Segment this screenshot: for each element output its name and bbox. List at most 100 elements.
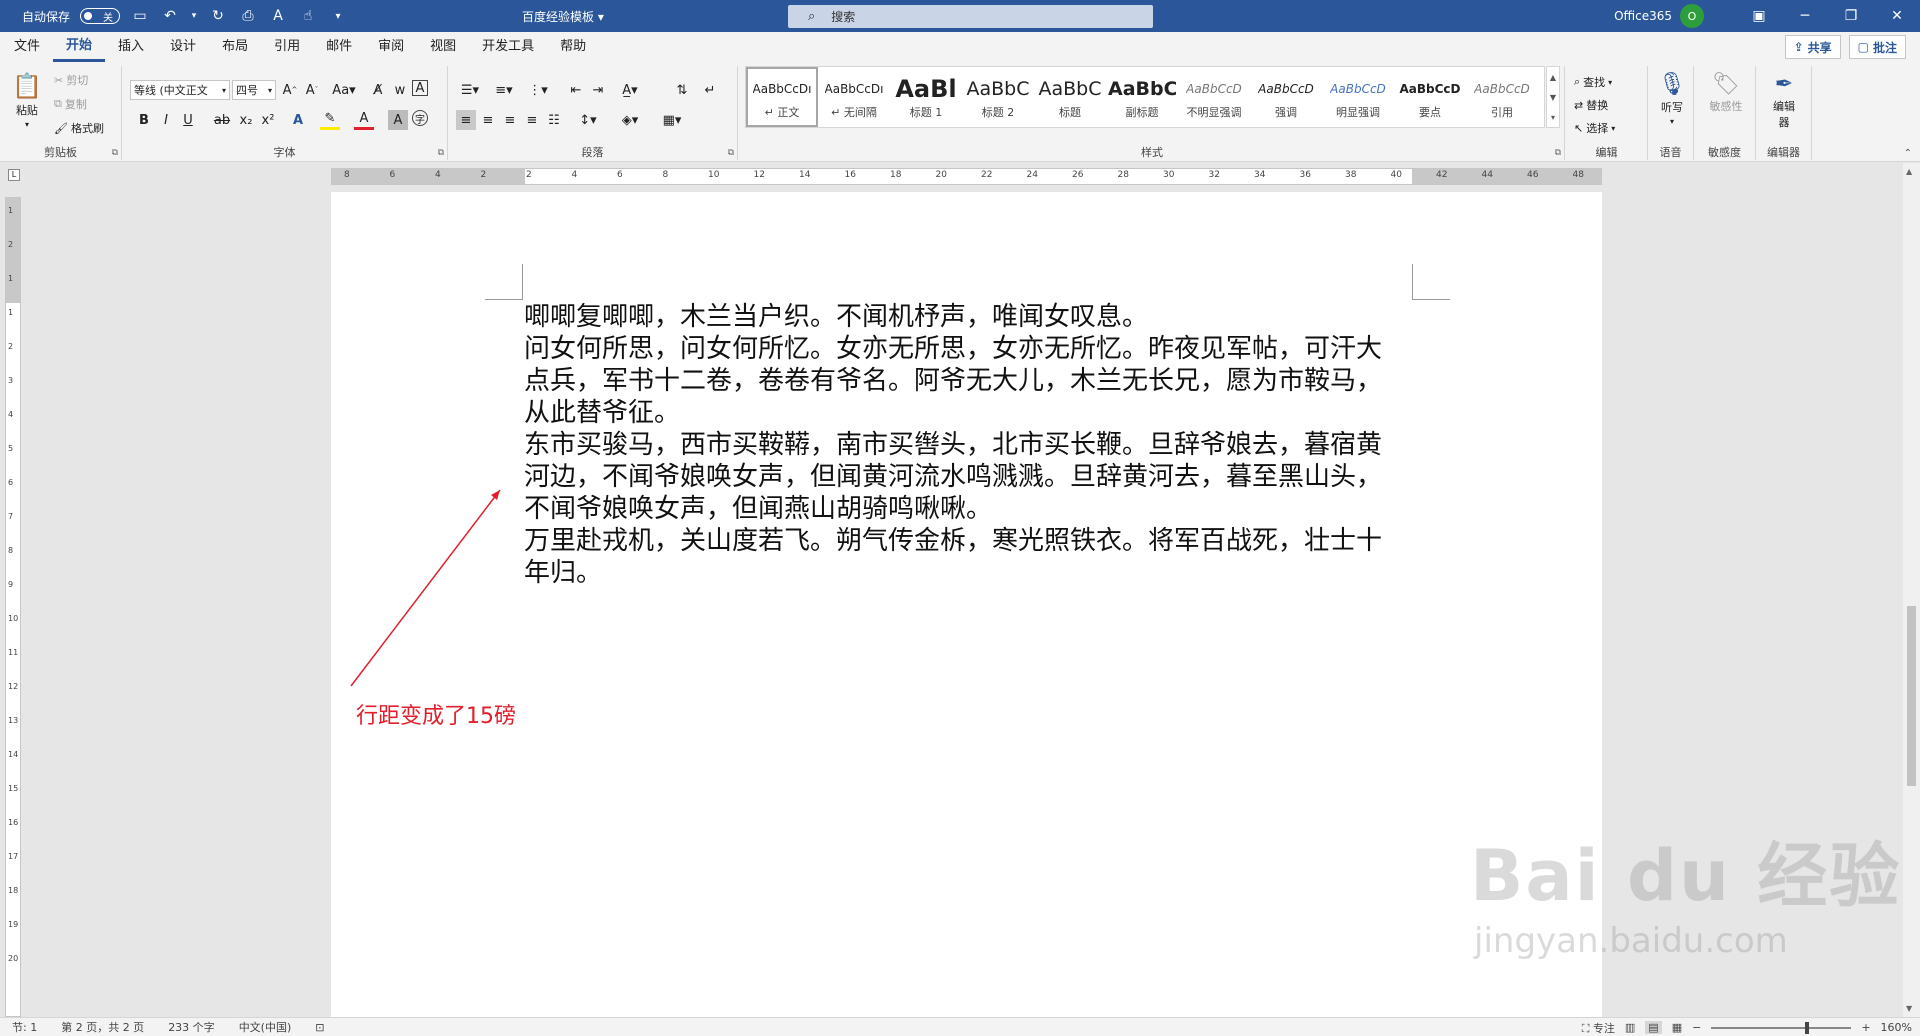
chinese-layout-icon[interactable]: A̲▾ xyxy=(616,80,644,100)
highlight-icon[interactable]: ✎ xyxy=(320,110,340,130)
dictate-button[interactable]: 🎙 听写 ▾ xyxy=(1658,72,1686,126)
search-input[interactable]: ⌕ 搜索 xyxy=(788,5,1153,28)
tab-references[interactable]: 引用 xyxy=(261,32,313,62)
find-button[interactable]: ⌕ 查找 ▾ xyxy=(1574,74,1612,90)
zoom-level[interactable]: 160% xyxy=(1881,1021,1912,1034)
document-body[interactable]: 唧唧复唧唧，木兰当户织。不闻机杼声，唯闻女叹息。 问女何所思，问女何所忆。女亦无… xyxy=(524,301,1404,589)
redo-icon[interactable]: ↻ xyxy=(208,6,228,26)
print-layout-icon[interactable]: ▤ xyxy=(1645,1021,1662,1034)
minimize-icon[interactable]: ─ xyxy=(1782,0,1828,32)
subscript-icon[interactable]: x₂ xyxy=(236,110,256,130)
enclose-characters-icon[interactable]: 字 xyxy=(412,110,428,126)
avatar[interactable]: O xyxy=(1680,4,1704,28)
focus-button[interactable]: ⛶ 专注 xyxy=(1582,1020,1615,1036)
autosave-toggle[interactable]: 关 xyxy=(80,8,121,24)
account-name[interactable]: Office365 xyxy=(1614,9,1672,23)
borders-icon[interactable]: ▦▾ xyxy=(658,110,686,130)
tab-design[interactable]: 设计 xyxy=(157,32,209,62)
align-right-icon[interactable]: ≡ xyxy=(500,110,520,130)
copy-button[interactable]: ⧉ 复制 xyxy=(54,96,87,112)
font-size-combo[interactable]: 四号 ▾ xyxy=(232,80,276,100)
tab-file[interactable]: 文件 xyxy=(0,32,53,62)
ribbon-display-options-icon[interactable]: ▣ xyxy=(1736,0,1782,32)
replace-button[interactable]: ⇄ 替换 xyxy=(1574,97,1608,113)
undo-icon[interactable]: ↶ xyxy=(160,6,180,26)
close-icon[interactable]: ✕ xyxy=(1874,0,1920,32)
character-shading-icon[interactable]: A xyxy=(388,110,408,130)
word-count[interactable]: 233 个字 xyxy=(156,1019,227,1035)
language-indicator[interactable]: 中文(中国) xyxy=(227,1019,304,1035)
scroll-down-icon[interactable]: ▼ xyxy=(1906,1004,1912,1013)
document-page[interactable]: 唧唧复唧唧，木兰当户织。不闻机杼声，唯闻女叹息。 问女何所思，问女何所忆。女亦无… xyxy=(331,192,1602,1017)
comments-button[interactable]: ▢ 批注 xyxy=(1848,35,1906,59)
share-button[interactable]: ⇪ 共享 xyxy=(1784,35,1841,59)
undo-dropdown-icon[interactable]: ▾ xyxy=(190,6,198,26)
zoom-in-icon[interactable]: + xyxy=(1861,1021,1870,1034)
phonetic-guide-icon[interactable]: w xyxy=(390,80,410,100)
scroll-up-icon[interactable]: ▲ xyxy=(1906,167,1912,176)
justify-icon[interactable]: ≡ xyxy=(522,110,542,130)
tab-developer[interactable]: 开发工具 xyxy=(469,32,547,62)
horizontal-ruler[interactable]: 8 6 4 2 2 4 6 8 10 12 14 16 18 20 22 24 26 28 30 32 34 36 38 40… xyxy=(331,168,1602,185)
paragraph[interactable]: 唧唧复唧唧，木兰当户织。不闻机杼声，唯闻女叹息。 xyxy=(524,301,1404,333)
restore-icon[interactable]: ❐ xyxy=(1828,0,1874,32)
bold-icon[interactable]: B xyxy=(134,110,154,130)
print-preview-icon[interactable]: ⎙ xyxy=(238,6,258,26)
text-effects-icon[interactable]: A xyxy=(288,110,308,130)
multilevel-list-icon[interactable]: ⋮▾ xyxy=(524,80,552,100)
grow-font-icon[interactable]: A ^ xyxy=(280,80,300,100)
section-indicator[interactable]: 节: 1 xyxy=(0,1019,49,1035)
character-border-icon[interactable]: A xyxy=(412,80,428,96)
shading-icon[interactable]: ◈▾ xyxy=(616,110,644,130)
line-spacing-icon[interactable]: ↕▾ xyxy=(574,110,602,130)
format-painter-button[interactable]: 🖌 格式刷 xyxy=(54,120,104,136)
save-icon[interactable]: ▭ xyxy=(130,6,150,26)
paragraph-launcher-icon[interactable]: ⧉ xyxy=(728,148,734,158)
page-indicator[interactable]: 第 2 页，共 2 页 xyxy=(49,1019,156,1035)
sensitivity-button[interactable]: 🏷 敏感性 xyxy=(1708,72,1744,114)
tab-mailings[interactable]: 邮件 xyxy=(313,32,365,62)
customize-toolbar-icon[interactable]: ▾ xyxy=(328,6,348,26)
tab-insert[interactable]: 插入 xyxy=(105,32,157,62)
vertical-ruler[interactable]: 1 2 1 1 2 3 4 5 6 7 8 9 10 11 12 13 14 15 16 17 18 19 20 xyxy=(5,197,21,1017)
numbering-icon[interactable]: ≡▾ xyxy=(490,80,518,100)
zoom-slider[interactable] xyxy=(1711,1021,1852,1034)
scroll-thumb[interactable] xyxy=(1907,606,1916,786)
tab-selector[interactable]: L xyxy=(0,163,30,191)
paragraph[interactable]: 万里赴戎机，关山度若飞。朔气传金柝，寒光照铁衣。将军百战死，壮士十年归。 xyxy=(524,525,1404,589)
decrease-indent-icon[interactable]: ⇤ xyxy=(566,80,586,100)
font-color-icon[interactable]: A xyxy=(354,110,374,130)
read-mode-icon[interactable]: ▥ xyxy=(1625,1021,1635,1034)
zoom-out-icon[interactable]: − xyxy=(1692,1021,1701,1034)
align-center-icon[interactable]: ≡ xyxy=(478,110,498,130)
italic-icon[interactable]: I xyxy=(156,110,176,130)
touch-mode-icon[interactable]: ☝ xyxy=(298,6,318,26)
show-marks-icon[interactable]: ↵ xyxy=(700,80,720,100)
clear-formatting-icon[interactable]: A̸ xyxy=(368,80,388,100)
font-name-combo[interactable]: 等线 (中文正文 ▾ xyxy=(130,80,230,100)
vertical-scrollbar[interactable]: ▲ ▼ xyxy=(1903,163,1920,1017)
tab-home[interactable]: 开始 xyxy=(53,32,106,62)
distributed-icon[interactable]: ☷ xyxy=(544,110,564,130)
zoom-slider-thumb[interactable] xyxy=(1805,1021,1810,1034)
underline-icon[interactable]: U xyxy=(178,110,198,130)
select-button[interactable]: ↖ 选择 ▾ xyxy=(1574,120,1615,136)
tab-help[interactable]: 帮助 xyxy=(547,32,599,62)
read-aloud-icon[interactable]: A xyxy=(268,6,288,26)
increase-indent-icon[interactable]: ⇥ xyxy=(588,80,608,100)
align-left-icon[interactable]: ≡ xyxy=(456,110,476,130)
strikethrough-icon[interactable]: ab xyxy=(212,110,232,130)
superscript-icon[interactable]: x² xyxy=(258,110,278,130)
editor-button[interactable]: ✒ 编辑器 xyxy=(1770,72,1798,130)
cut-button[interactable]: ✂ 剪切 xyxy=(54,72,88,88)
font-launcher-icon[interactable]: ⧉ xyxy=(438,148,444,158)
document-title[interactable]: 百度经验模板 ▾ xyxy=(522,8,604,25)
web-layout-icon[interactable]: ▦ xyxy=(1672,1021,1682,1034)
paragraph[interactable]: 问女何所思，问女何所忆。女亦无所思，女亦无所忆。昨夜见军帖，可汗大点兵，军书十二… xyxy=(524,333,1404,429)
change-case-icon[interactable]: Aa▾ xyxy=(330,80,358,100)
tab-layout[interactable]: 布局 xyxy=(209,32,261,62)
paragraph[interactable]: 东市买骏马，西市买鞍鞯，南市买辔头，北市买长鞭。旦辞爷娘去，暮宿黄河边，不闻爷娘… xyxy=(524,429,1404,525)
tab-review[interactable]: 审阅 xyxy=(365,32,417,62)
collapse-ribbon-icon[interactable]: ⌃ xyxy=(1904,148,1912,159)
clipboard-launcher-icon[interactable]: ⧉ xyxy=(112,148,118,158)
